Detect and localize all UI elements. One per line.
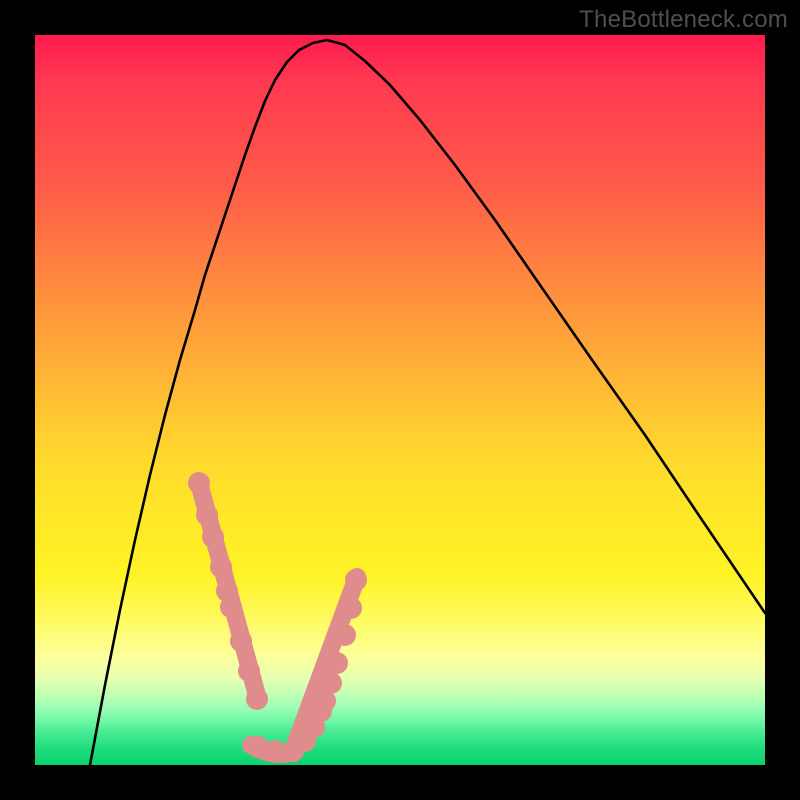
band-dot [238,660,260,682]
chart-svg [35,35,765,765]
watermark-text: TheBottleneck.com [579,6,788,34]
band-dot [326,652,348,674]
band-dot [246,688,268,710]
band-dot [340,597,362,619]
band-dot [334,624,356,646]
plot-area [35,35,765,765]
band-dot [210,556,232,578]
highlight-band [188,472,367,762]
band-dot [230,630,252,652]
band-dot [196,504,218,526]
bottleneck-curve [90,40,765,765]
band-dot [220,596,242,618]
band-dot [320,672,342,694]
band-dot [345,569,367,591]
chart-frame: TheBottleneck.com [0,0,800,800]
band-dot [188,472,210,494]
band-dot [202,526,224,548]
